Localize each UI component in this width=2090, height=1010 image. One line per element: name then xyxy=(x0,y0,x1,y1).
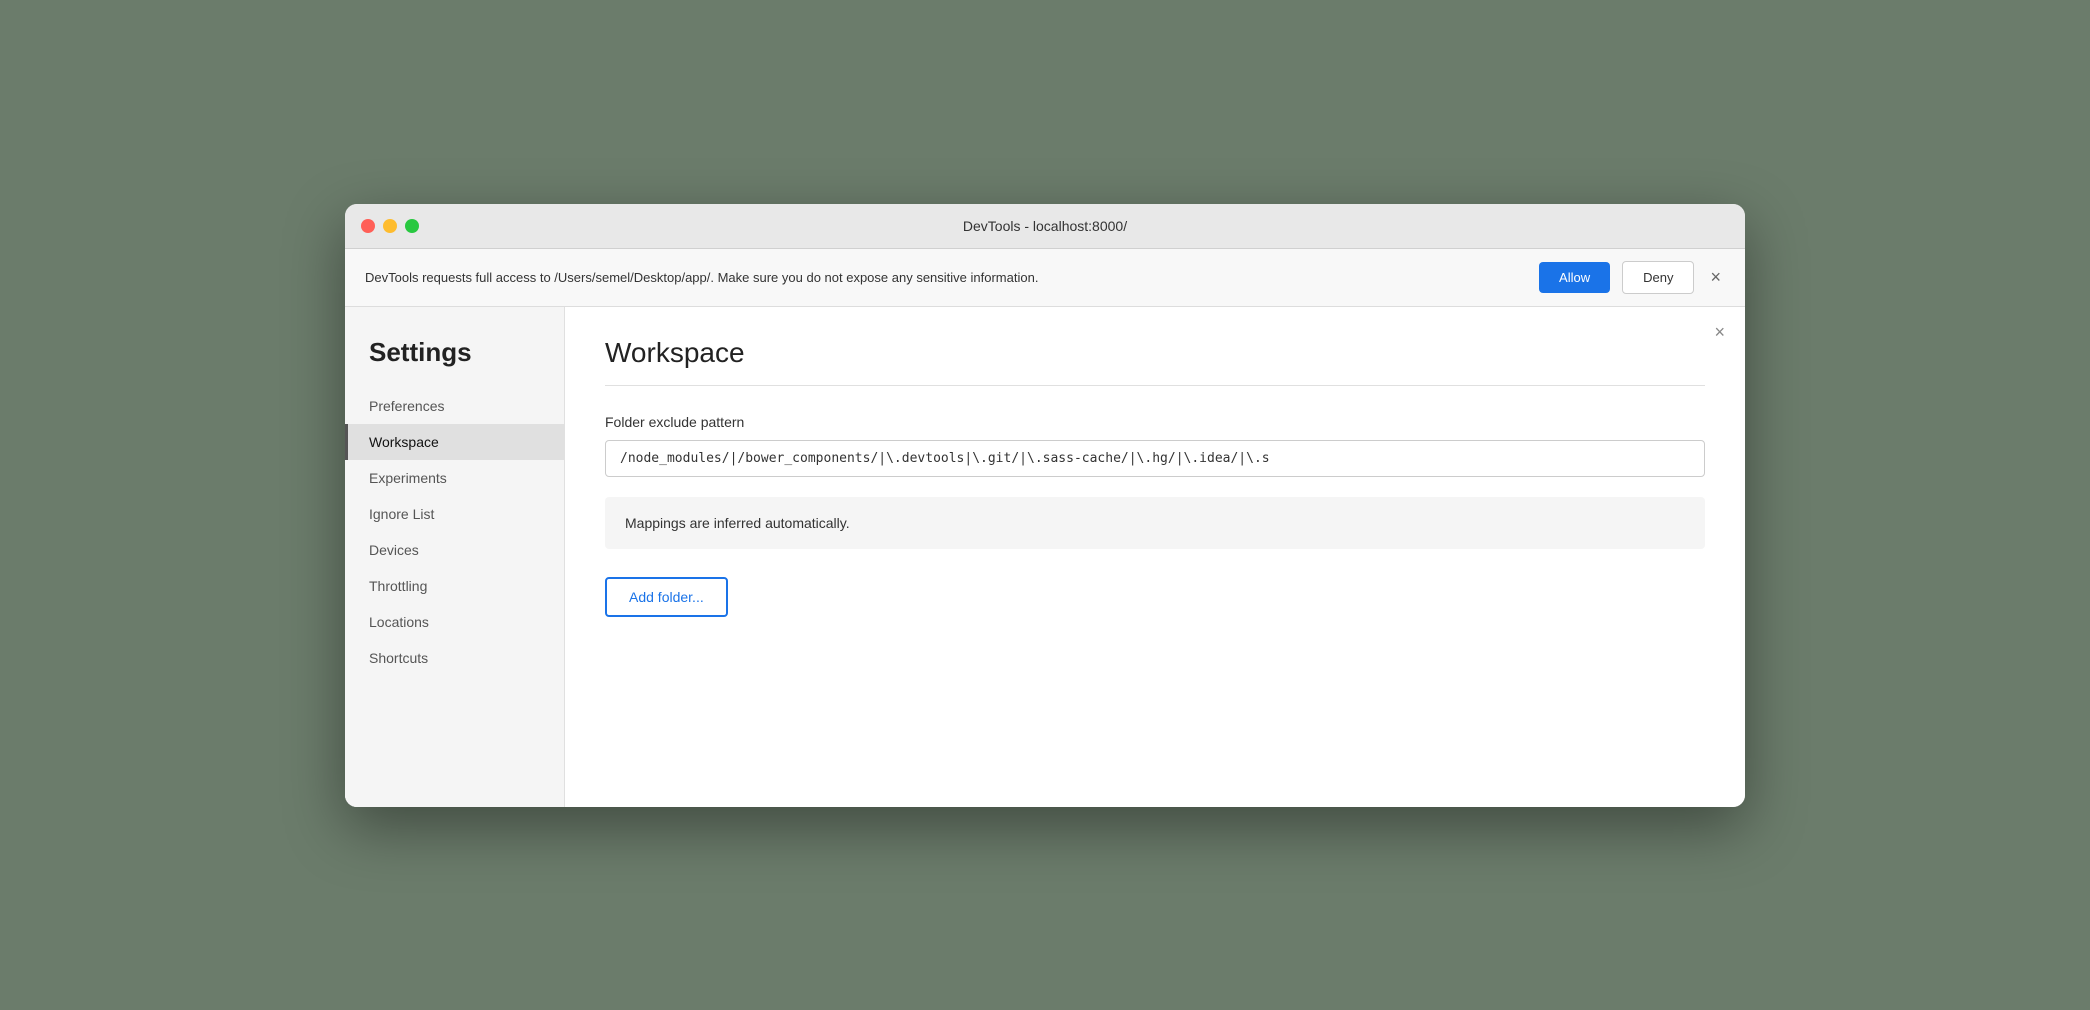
sidebar-item-devices[interactable]: Devices xyxy=(345,532,564,568)
window-title: DevTools - localhost:8000/ xyxy=(963,218,1127,234)
content-close-icon[interactable]: × xyxy=(1714,323,1725,341)
sidebar-item-ignore-list[interactable]: Ignore List xyxy=(345,496,564,532)
sidebar-item-experiments[interactable]: Experiments xyxy=(345,460,564,496)
folder-exclude-input[interactable] xyxy=(605,440,1705,477)
minimize-button[interactable] xyxy=(383,219,397,233)
sidebar-item-shortcuts[interactable]: Shortcuts xyxy=(345,640,564,676)
content-area: × Workspace Folder exclude pattern Mappi… xyxy=(565,307,1745,807)
sidebar-item-locations[interactable]: Locations xyxy=(345,604,564,640)
main-content: Settings Preferences Workspace Experimen… xyxy=(345,307,1745,807)
devtools-window: DevTools - localhost:8000/ DevTools requ… xyxy=(345,204,1745,807)
sidebar-item-throttling[interactable]: Throttling xyxy=(345,568,564,604)
notification-text: DevTools requests full access to /Users/… xyxy=(365,270,1527,285)
mappings-info-box: Mappings are inferred automatically. xyxy=(605,497,1705,549)
maximize-button[interactable] xyxy=(405,219,419,233)
folder-exclude-label: Folder exclude pattern xyxy=(605,414,1705,430)
notification-close-icon[interactable]: × xyxy=(1706,268,1725,286)
deny-button[interactable]: Deny xyxy=(1622,261,1694,294)
allow-button[interactable]: Allow xyxy=(1539,262,1610,293)
notification-bar: DevTools requests full access to /Users/… xyxy=(345,249,1745,307)
content-divider xyxy=(605,385,1705,386)
add-folder-button[interactable]: Add folder... xyxy=(605,577,728,617)
content-title: Workspace xyxy=(605,337,1705,369)
sidebar: Settings Preferences Workspace Experimen… xyxy=(345,307,565,807)
sidebar-title: Settings xyxy=(345,327,564,388)
traffic-lights xyxy=(361,219,419,233)
sidebar-item-workspace[interactable]: Workspace xyxy=(345,424,564,460)
sidebar-item-preferences[interactable]: Preferences xyxy=(345,388,564,424)
mappings-info-text: Mappings are inferred automatically. xyxy=(625,515,850,531)
title-bar: DevTools - localhost:8000/ xyxy=(345,204,1745,249)
close-button[interactable] xyxy=(361,219,375,233)
